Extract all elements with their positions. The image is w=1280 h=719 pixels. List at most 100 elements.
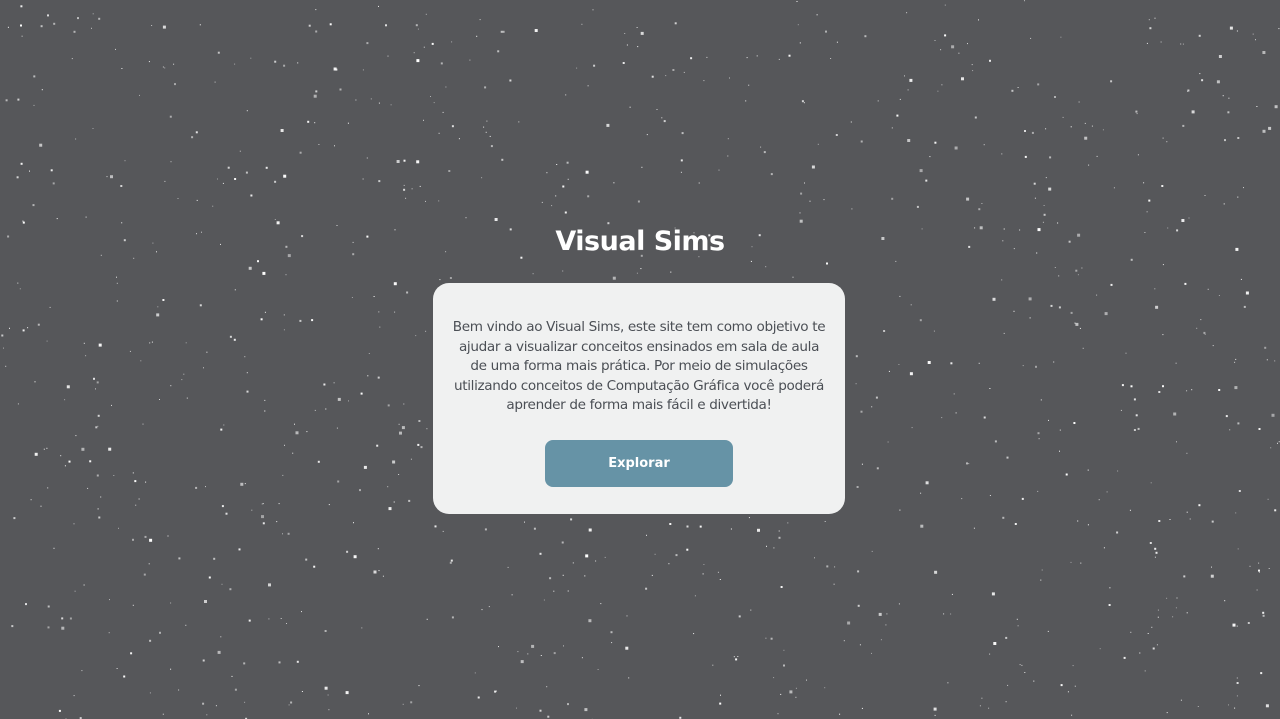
- star: [393, 282, 397, 286]
- star: [334, 145, 335, 147]
- star: [934, 714, 936, 716]
- star: [861, 463, 863, 465]
- star: [162, 713, 164, 715]
- star: [1013, 310, 1015, 312]
- star: [245, 171, 248, 174]
- star: [651, 75, 654, 78]
- star: [961, 498, 963, 500]
- star: [483, 126, 485, 128]
- star: [1021, 497, 1024, 500]
- star: [438, 132, 440, 134]
- star: [53, 22, 56, 25]
- star: [474, 672, 476, 674]
- star: [778, 58, 780, 60]
- star: [641, 166, 643, 168]
- star: [413, 52, 415, 54]
- star: [572, 562, 574, 564]
- star: [1072, 665, 1074, 667]
- star: [85, 216, 87, 218]
- star: [1139, 652, 1141, 654]
- star: [156, 313, 160, 317]
- explore-button[interactable]: Explorar: [545, 440, 733, 487]
- star: [611, 642, 613, 644]
- star: [983, 144, 985, 146]
- star: [1180, 699, 1182, 701]
- star: [1234, 361, 1236, 363]
- star: [87, 487, 89, 489]
- star: [223, 424, 225, 426]
- star: [1048, 187, 1052, 191]
- star: [458, 138, 460, 140]
- star: [406, 291, 409, 294]
- star: [876, 467, 879, 470]
- star: [989, 653, 991, 655]
- star: [408, 499, 411, 502]
- star: [891, 127, 893, 129]
- star: [1191, 389, 1193, 391]
- star: [1147, 633, 1149, 634]
- star: [896, 114, 899, 117]
- star: [857, 570, 860, 573]
- star: [636, 27, 638, 28]
- star: [1236, 30, 1238, 32]
- star: [68, 460, 71, 463]
- star: [132, 538, 134, 541]
- star: [1256, 589, 1258, 591]
- star: [393, 501, 395, 503]
- star: [593, 64, 596, 67]
- star: [299, 319, 302, 322]
- star: [895, 260, 897, 262]
- star: [1002, 516, 1005, 519]
- star: [1070, 311, 1073, 314]
- star: [1110, 80, 1113, 83]
- star: [1212, 345, 1214, 347]
- star: [1148, 19, 1150, 21]
- star: [847, 621, 851, 625]
- star: [246, 372, 248, 374]
- star: [737, 656, 739, 657]
- star: [110, 175, 113, 179]
- star: [1176, 597, 1178, 599]
- star: [636, 272, 638, 274]
- star: [73, 523, 75, 525]
- star: [943, 613, 945, 615]
- star: [339, 88, 342, 91]
- star: [423, 119, 424, 121]
- star: [1204, 333, 1206, 335]
- star: [585, 554, 589, 558]
- star: [533, 527, 536, 530]
- star: [159, 631, 161, 634]
- star: [546, 686, 548, 688]
- star: [353, 522, 354, 524]
- star: [1130, 631, 1132, 633]
- star: [947, 682, 949, 684]
- star: [378, 570, 380, 572]
- star: [377, 548, 379, 550]
- star: [159, 399, 160, 400]
- star: [93, 377, 95, 380]
- star: [950, 613, 952, 615]
- star: [367, 375, 369, 377]
- star: [315, 90, 318, 93]
- star: [149, 538, 153, 542]
- star: [994, 440, 997, 443]
- star: [1249, 565, 1251, 567]
- star: [981, 697, 983, 699]
- star: [1062, 116, 1064, 118]
- star: [606, 123, 610, 127]
- star: [796, 1, 798, 2]
- star: [1236, 625, 1238, 627]
- star: [92, 13, 94, 15]
- star: [25, 603, 27, 606]
- star: [989, 59, 991, 62]
- star: [500, 30, 503, 33]
- star: [717, 571, 719, 573]
- star: [285, 274, 287, 276]
- star: [378, 102, 380, 104]
- star: [729, 77, 730, 79]
- star: [399, 431, 402, 435]
- star: [368, 353, 370, 354]
- star: [30, 499, 32, 501]
- star: [5, 365, 7, 367]
- star: [1054, 267, 1056, 268]
